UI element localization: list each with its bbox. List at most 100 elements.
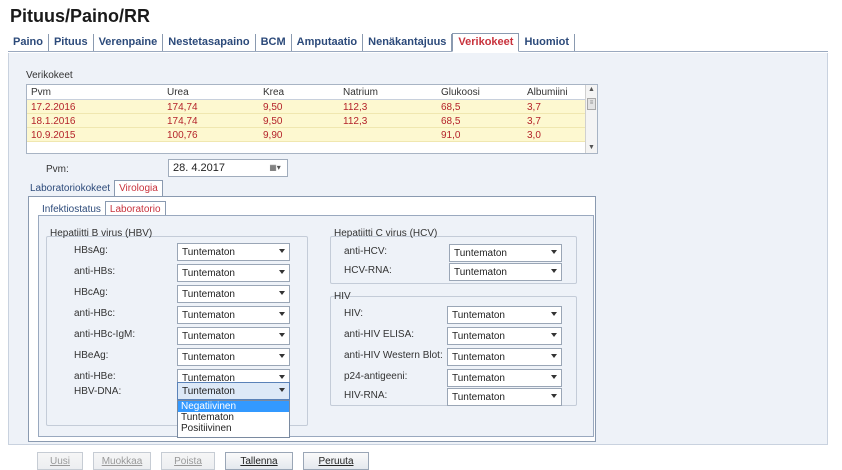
column-header[interactable]: Natrium <box>339 85 437 99</box>
anti-hbs-label: anti-HBs: <box>74 266 116 277</box>
hiv-rna-value: Tuntematon <box>452 392 505 403</box>
anti-hcv-select[interactable]: Tuntematon <box>449 244 562 262</box>
hbsag-value: Tuntematon <box>182 247 235 258</box>
anti-hbc-igm-value: Tuntematon <box>182 331 235 342</box>
tab-nestetasapaino[interactable]: Nestetasapaino <box>163 34 256 51</box>
hcv-rna-select[interactable]: Tuntematon <box>449 263 562 281</box>
dropdown-option-positiivinen[interactable]: Positiivinen <box>178 423 289 434</box>
table-cell: 68,5 <box>441 116 461 127</box>
pvm-label: Pvm: <box>46 164 69 175</box>
table-scrollbar[interactable]: ▲ ≡ ▼ <box>585 85 597 153</box>
p24-antigeeni-value: Tuntematon <box>452 373 505 384</box>
hbeag-select[interactable]: Tuntematon <box>177 348 290 366</box>
hbv-group-title: Hepatiitti B virus (HBV) <box>50 228 153 239</box>
table-row[interactable]: 10.9.2015 100,76 9,90 91,0 3,0 <box>27 128 597 142</box>
hbcag-value: Tuntematon <box>182 289 235 300</box>
anti-hbs-select[interactable]: Tuntematon <box>177 264 290 282</box>
tab-pituus[interactable]: Pituus <box>49 34 94 51</box>
hbeag-label: HBeAg: <box>74 350 109 361</box>
tab-virologia[interactable]: Virologia <box>114 180 163 196</box>
p24-antigeeni-label: p24-antigeeni: <box>344 371 408 382</box>
anti-hiv-elisa-select[interactable]: Tuntematon <box>447 327 562 345</box>
tab-nenakantajuus[interactable]: Nenäkantajuus <box>363 34 453 51</box>
table-cell: 112,3 <box>343 116 368 127</box>
chevron-down-icon <box>551 354 557 358</box>
p24-antigeeni-select[interactable]: Tuntematon <box>447 369 562 387</box>
table-cell: 10.9.2015 <box>31 130 76 141</box>
table-cell: 91,0 <box>441 130 461 141</box>
tab-huomiot[interactable]: Huomiot <box>519 34 576 51</box>
hiv-label: HIV: <box>344 308 364 319</box>
dropdown-option-negatiivinen[interactable]: Negatiivinen <box>178 401 289 412</box>
tab-bcm[interactable]: BCM <box>256 34 292 51</box>
dropdown-option-tuntematon[interactable]: Tuntematon <box>178 412 289 423</box>
table-cell: 68,5 <box>441 102 461 113</box>
column-header[interactable]: Albumiini <box>523 85 587 99</box>
anti-hbc-value: Tuntematon <box>182 310 235 321</box>
chevron-down-icon <box>279 375 285 379</box>
anti-hiv-western-blot-select[interactable]: Tuntematon <box>447 348 562 366</box>
main-tabs: Paino Pituus Verenpaine Nestetasapaino B… <box>8 32 828 52</box>
column-header[interactable]: Krea <box>259 85 339 99</box>
poista-button[interactable]: Poista <box>161 452 215 470</box>
table-cell: 100,76 <box>167 130 198 141</box>
tab-laboratoriokokeet[interactable]: Laboratoriokokeet <box>26 181 114 196</box>
tab-paino[interactable]: Paino <box>8 34 49 51</box>
hiv-rna-select[interactable]: Tuntematon <box>447 388 562 406</box>
table-header: Pvm Urea Krea Natrium Glukoosi Albumiini <box>27 85 597 100</box>
scroll-thumb[interactable]: ≡ <box>587 98 596 110</box>
table-cell: 18.1.2016 <box>31 116 76 127</box>
chevron-down-icon <box>279 333 285 337</box>
tab-verenpaine[interactable]: Verenpaine <box>94 34 164 51</box>
uusi-button[interactable]: Uusi <box>37 452 83 470</box>
verikokeet-label: Verikokeet <box>26 70 73 81</box>
chevron-down-icon <box>279 388 285 392</box>
column-header[interactable]: Urea <box>163 85 259 99</box>
table-cell: 17.2.2016 <box>31 102 76 113</box>
hbv-dna-label: HBV-DNA: <box>74 386 122 397</box>
muokkaa-button[interactable]: Muokkaa <box>93 452 151 470</box>
hbv-dna-select[interactable]: Tuntematon <box>177 382 290 400</box>
pvm-date-value: 28. 4.2017 <box>173 162 225 174</box>
column-header[interactable]: Pvm <box>27 85 163 99</box>
scroll-up-icon[interactable]: ▲ <box>586 85 597 95</box>
hbcag-label: HBcAg: <box>74 287 108 298</box>
table-cell: 3,7 <box>527 116 541 127</box>
scroll-down-icon[interactable]: ▼ <box>586 143 597 153</box>
anti-hiv-elisa-value: Tuntematon <box>452 331 505 342</box>
chevron-down-icon <box>551 394 557 398</box>
anti-hbc-select[interactable]: Tuntematon <box>177 306 290 324</box>
column-header[interactable]: Glukoosi <box>437 85 523 99</box>
chevron-down-icon <box>551 375 557 379</box>
hiv-group-title: HIV <box>334 291 351 302</box>
anti-hiv-western-blot-value: Tuntematon <box>452 352 505 363</box>
verikokeet-table: Pvm Urea Krea Natrium Glukoosi Albumiini… <box>26 84 598 154</box>
chevron-down-icon <box>279 312 285 316</box>
tab-amputaatio[interactable]: Amputaatio <box>292 34 364 51</box>
table-row[interactable]: 17.2.2016 174,74 9,50 112,3 68,5 3,7 <box>27 100 597 114</box>
table-cell: 112,3 <box>343 102 368 113</box>
hbeag-value: Tuntematon <box>182 352 235 363</box>
table-cell: 3,7 <box>527 102 541 113</box>
tallenna-button[interactable]: Tallenna <box>225 452 293 470</box>
page-title: Pituus/Paino/RR <box>10 6 151 26</box>
anti-hcv-value: Tuntematon <box>454 248 507 259</box>
anti-hiv-elisa-label: anti-HIV ELISA: <box>344 329 415 340</box>
hbsag-select[interactable]: Tuntematon <box>177 243 290 261</box>
anti-hbc-igm-select[interactable]: Tuntematon <box>177 327 290 345</box>
table-cell: 9,90 <box>263 130 283 141</box>
chevron-down-icon <box>551 312 557 316</box>
table-row[interactable]: 18.1.2016 174,74 9,50 112,3 68,5 3,7 <box>27 114 597 128</box>
chevron-down-icon <box>279 249 285 253</box>
calendar-icon[interactable]: ▦▾ <box>265 162 285 174</box>
hiv-rna-label: HIV-RNA: <box>344 390 388 401</box>
hbcag-select[interactable]: Tuntematon <box>177 285 290 303</box>
anti-hcv-label: anti-HCV: <box>344 246 387 257</box>
hiv-select[interactable]: Tuntematon <box>447 306 562 324</box>
peruuta-button[interactable]: Peruuta <box>303 452 369 470</box>
tab-verikokeet[interactable]: Verikokeet <box>452 33 520 52</box>
table-cell: 174,74 <box>167 102 198 113</box>
table-cell: 174,74 <box>167 116 198 127</box>
pvm-date-field[interactable]: 28. 4.2017 ▦▾ <box>168 159 288 177</box>
hbv-dna-dropdown-list: Negatiivinen Tuntematon Positiivinen <box>177 400 290 438</box>
